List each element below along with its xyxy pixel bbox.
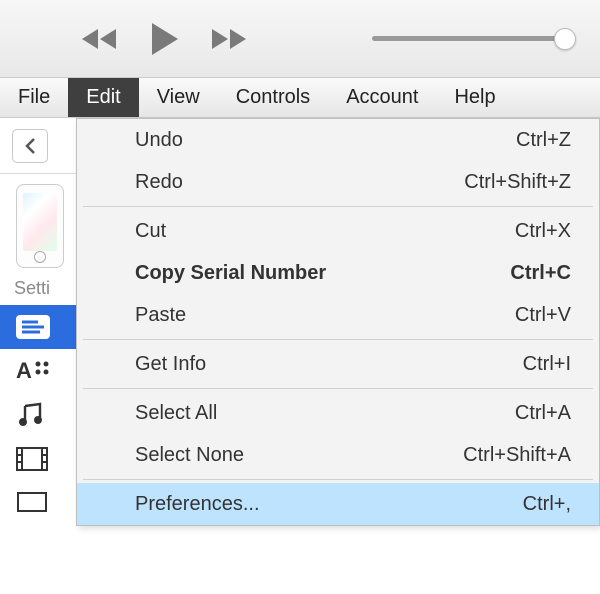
next-track-icon[interactable] [204,25,248,53]
menu-item-label: Get Info [135,353,206,376]
menu-item-label: Select All [135,402,217,425]
apps-icon: A [16,358,60,384]
menu-item-shortcut: Ctrl+Shift+Z [464,171,571,194]
menu-item-copy-serial[interactable]: Copy Serial Number Ctrl+C [77,252,599,294]
menu-item-select-none[interactable]: Select None Ctrl+Shift+A [77,434,599,476]
menu-item-shortcut: Ctrl+I [523,353,571,376]
menu-item-shortcut: Ctrl+A [515,402,571,425]
volume-slider[interactable] [372,36,572,41]
menu-item-label: Select None [135,444,244,467]
music-icon [16,402,60,428]
menu-item-undo[interactable]: Undo Ctrl+Z [77,119,599,161]
menu-item-paste[interactable]: Paste Ctrl+V [77,294,599,336]
menu-help[interactable]: Help [436,78,513,117]
menu-item-label: Paste [135,304,186,327]
menu-edit[interactable]: Edit [68,78,138,117]
playback-controls [80,21,248,57]
menu-item-select-all[interactable]: Select All Ctrl+A [77,392,599,434]
menu-separator [83,339,593,340]
menu-view[interactable]: View [139,78,218,117]
menu-item-redo[interactable]: Redo Ctrl+Shift+Z [77,161,599,203]
edit-menu-dropdown: Undo Ctrl+Z Redo Ctrl+Shift+Z Cut Ctrl+X… [76,118,600,526]
menu-account[interactable]: Account [328,78,436,117]
playback-toolbar [0,0,600,78]
tv-icon [16,491,60,515]
menu-item-cut[interactable]: Cut Ctrl+X [77,210,599,252]
volume-track [372,36,572,41]
menu-item-shortcut: Ctrl+, [523,493,571,516]
menu-item-shortcut: Ctrl+Z [516,129,571,152]
menu-item-shortcut: Ctrl+X [515,220,571,243]
device-thumbnail[interactable] [16,184,64,268]
summary-icon [16,315,60,339]
menu-item-label: Undo [135,129,183,152]
menu-separator [83,206,593,207]
menu-item-label: Cut [135,220,166,243]
menu-item-label: Copy Serial Number [135,262,326,285]
svg-text:A: A [16,358,32,383]
chevron-left-icon [23,137,37,155]
menu-separator [83,479,593,480]
movies-icon [16,447,60,471]
menu-controls[interactable]: Controls [218,78,328,117]
menu-separator [83,388,593,389]
menu-item-label: Preferences... [135,493,260,516]
menu-item-label: Redo [135,171,183,194]
menu-item-shortcut: Ctrl+V [515,304,571,327]
menu-item-shortcut: Ctrl+C [510,262,571,285]
play-icon[interactable] [146,21,182,57]
previous-track-icon[interactable] [80,25,124,53]
back-button[interactable] [12,129,48,163]
menu-bar: File Edit View Controls Account Help [0,78,600,118]
menu-item-get-info[interactable]: Get Info Ctrl+I [77,343,599,385]
menu-file[interactable]: File [0,78,68,117]
volume-thumb[interactable] [554,28,576,50]
menu-item-preferences[interactable]: Preferences... Ctrl+, [77,483,599,525]
menu-item-shortcut: Ctrl+Shift+A [463,444,571,467]
